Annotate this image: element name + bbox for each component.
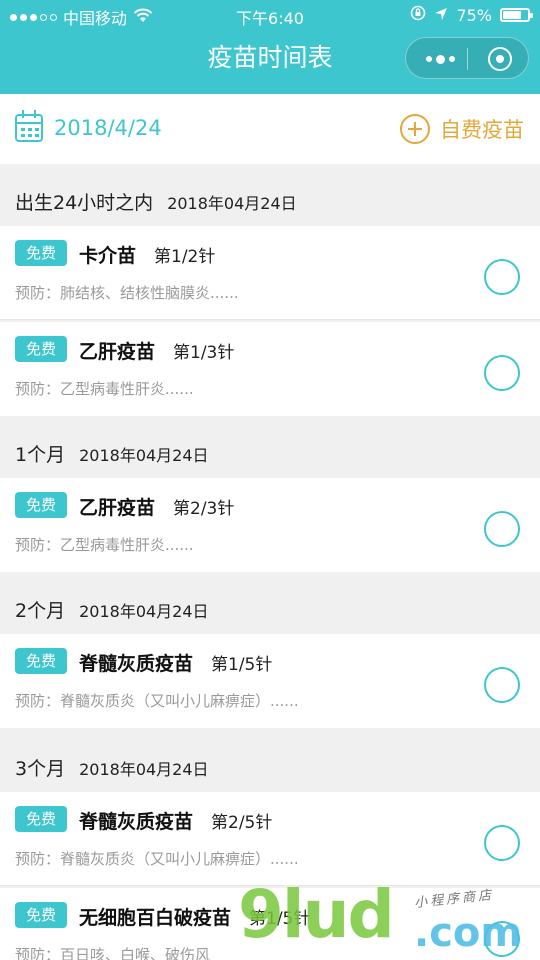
self-pay-vaccine-button[interactable]: 自费疫苗 [400,114,524,144]
free-badge: 免费 [15,240,67,266]
header: 中国移动 下午6:40 75% 疫苗时间表 [0,0,540,94]
section-age: 3个月 [15,758,66,780]
section-date: 2018年04月24日 [79,760,209,779]
free-badge: 免费 [15,902,67,928]
section-age: 出生24小时之内 [15,192,154,214]
free-badge: 免费 [15,806,67,832]
vaccine-dose: 第1/3针 [173,343,235,363]
prevention-text: 预防：肺结核、结核性脑膜炎...... [15,284,239,302]
free-badge: 免费 [15,336,67,362]
close-mini-program-button[interactable] [488,47,512,71]
section-date: 2018年04月24日 [167,194,297,213]
prevention-text: 预防：乙型病毒性肝炎...... [15,380,194,398]
vaccine-name: 卡介苗 [79,245,137,267]
watermark: 9lud 小程序商店 .com [238,876,540,960]
done-checkbox[interactable] [484,825,520,861]
done-checkbox[interactable] [484,259,520,295]
date-row: 2018/4/24 自费疫苗 [0,94,540,164]
done-checkbox[interactable] [484,511,520,547]
vaccine-dose: 第2/3针 [173,499,235,519]
list-item[interactable]: 免费 乙肝疫苗 第1/3针 预防：乙型病毒性肝炎...... [0,322,540,416]
free-badge: 免费 [15,648,67,674]
more-menu-button[interactable] [420,38,460,80]
status-bar: 中国移动 下午6:40 75% [0,0,540,30]
prevention-text: 预防：百日咳、白喉、破伤风 [15,946,211,960]
mini-program-capsule [405,37,529,79]
orientation-lock-icon [410,5,426,25]
watermark-domain: .com [414,910,523,956]
section-header: 3个月 2018年04月24日 [0,730,540,792]
vaccine-name: 脊髓灰质疫苗 [79,811,194,833]
list-item[interactable]: 免费 卡介苗 第1/2针 预防：肺结核、结核性脑膜炎...... [0,226,540,320]
vaccine-name: 脊髓灰质疫苗 [79,653,194,675]
self-pay-label: 自费疫苗 [440,118,524,142]
vaccine-dose: 第2/5针 [211,813,273,833]
list-item[interactable]: 免费 脊髓灰质疫苗 第1/5针 预防：脊髓灰质炎（又叫小儿麻痹症）...... [0,634,540,728]
watermark-brand: 9lud [238,876,395,953]
free-badge: 免费 [15,492,67,518]
add-icon [400,114,430,144]
battery-percent: 75% [456,5,492,25]
section-header: 2个月 2018年04月24日 [0,572,540,634]
section-header: 1个月 2018年04月24日 [0,416,540,478]
section-date: 2018年04月24日 [79,602,209,621]
list-item[interactable]: 免费 乙肝疫苗 第2/3针 预防：乙型病毒性肝炎...... [0,478,540,572]
watermark-tagline: 小程序商店 [413,887,495,912]
done-checkbox[interactable] [484,667,520,703]
battery-icon [500,8,533,22]
vaccine-dose: 第1/2针 [154,247,216,267]
prevention-text: 预防：脊髓灰质炎（又叫小儿麻痹症）...... [15,692,299,710]
vaccine-name: 乙肝疫苗 [79,497,156,519]
prevention-text: 预防：脊髓灰质炎（又叫小儿麻痹症）...... [15,850,299,868]
vaccine-name: 乙肝疫苗 [79,341,156,363]
section-date: 2018年04月24日 [79,446,209,465]
vaccine-dose: 第1/5针 [211,655,273,675]
section-age: 2个月 [15,600,66,622]
prevention-text: 预防：乙型病毒性肝炎...... [15,536,194,554]
location-icon [434,6,448,25]
section-header: 出生24小时之内 2018年04月24日 [0,164,540,226]
list-item[interactable]: 免费 脊髓灰质疫苗 第2/5针 预防：脊髓灰质炎（又叫小儿麻痹症）...... [0,792,540,886]
selected-date[interactable]: 2018/4/24 [54,116,162,140]
vaccine-name: 无细胞百白破疫苗 [79,907,232,929]
calendar-icon[interactable] [15,110,43,142]
done-checkbox[interactable] [484,355,520,391]
section-age: 1个月 [15,444,66,466]
